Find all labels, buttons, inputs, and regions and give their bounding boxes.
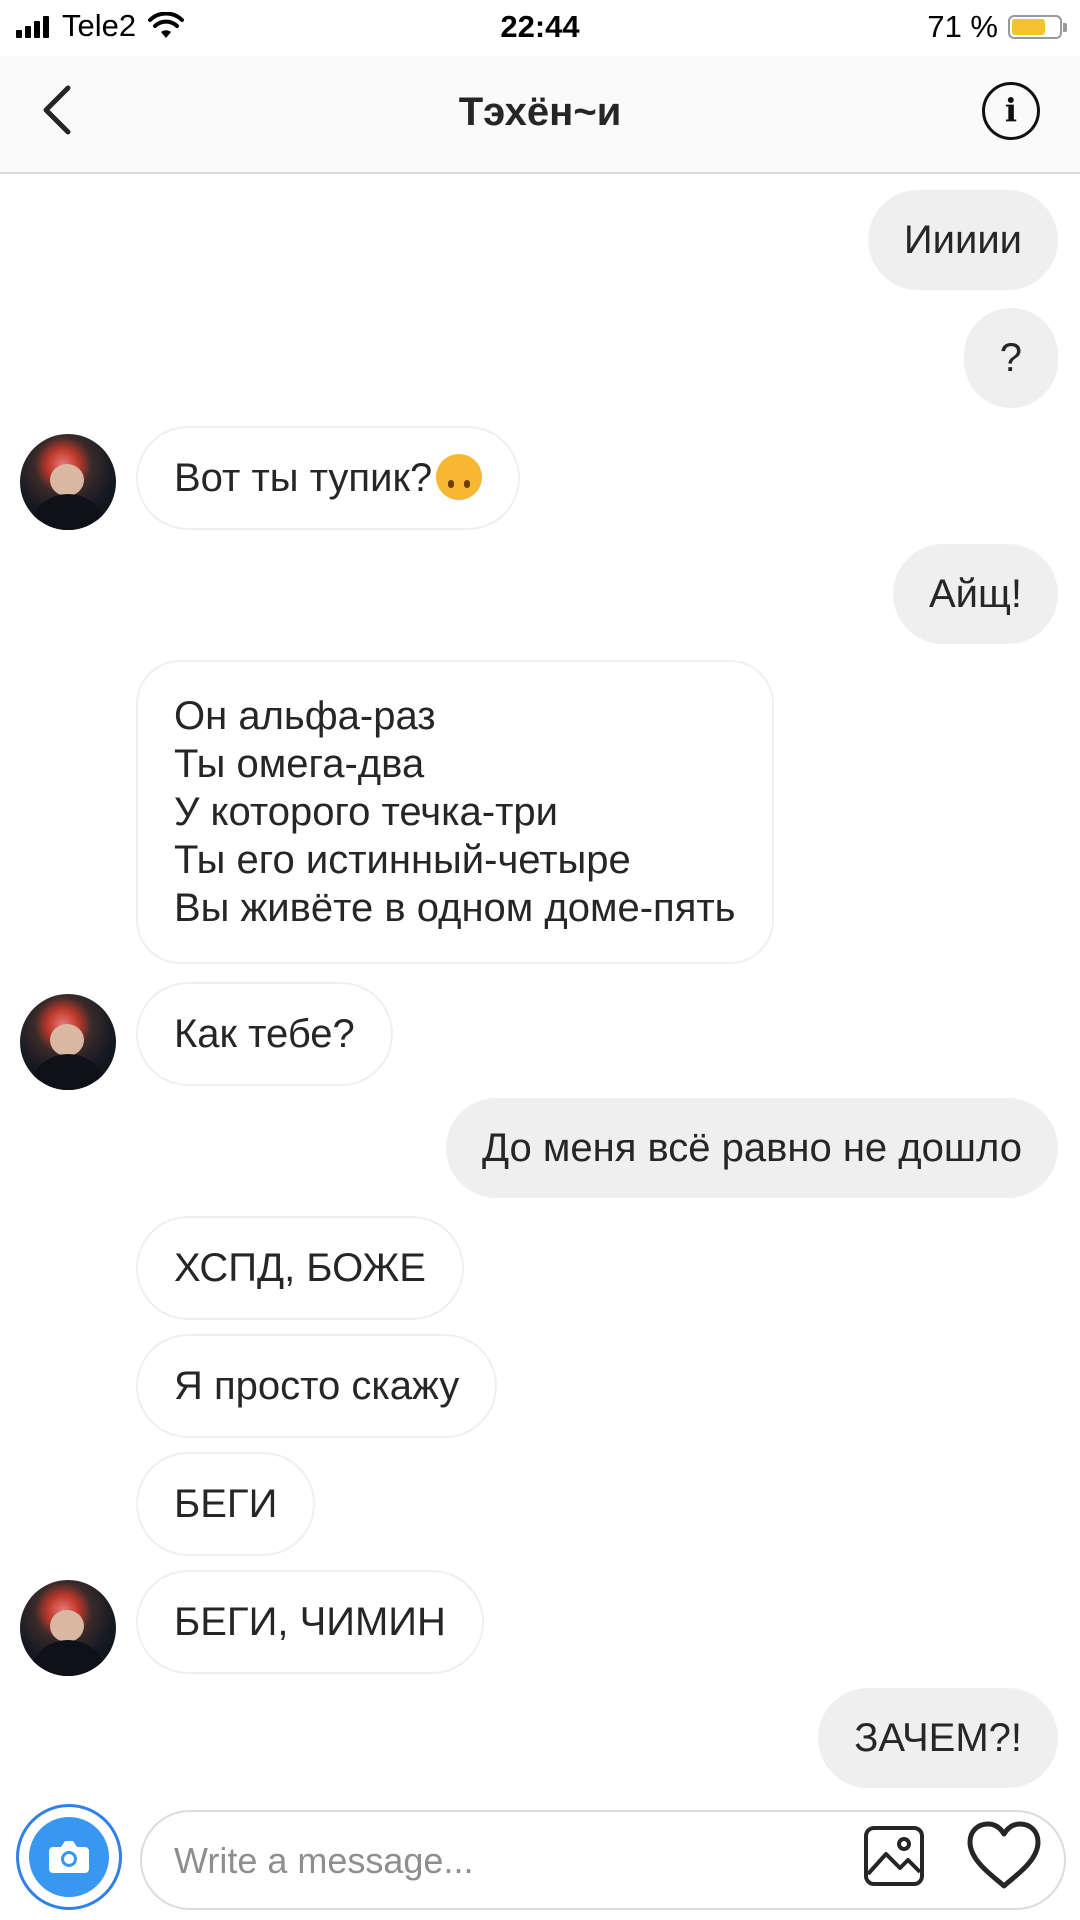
- camera-icon: [29, 1817, 109, 1897]
- chat-header: Тэхён~и i: [0, 56, 1080, 174]
- message-input[interactable]: [172, 1834, 736, 1888]
- info-icon[interactable]: i: [982, 82, 1040, 140]
- message-received[interactable]: БЕГИ: [136, 1452, 316, 1556]
- avatar[interactable]: [20, 1580, 116, 1676]
- upside-down-face-emoji: [436, 454, 483, 500]
- message-sent[interactable]: Айщ!: [892, 544, 1058, 644]
- message-sent[interactable]: Иииии: [867, 190, 1058, 290]
- battery-cap: [1063, 23, 1067, 32]
- gallery-icon[interactable]: [862, 1824, 926, 1888]
- message-received[interactable]: Как тебе?: [136, 982, 393, 1086]
- message-received[interactable]: Я просто скажу: [136, 1334, 498, 1438]
- status-right: 71 %: [927, 9, 1067, 45]
- status-bar: Tele2 22:44 71 %: [0, 0, 1080, 56]
- message-received[interactable]: ХСПД, БОЖЕ: [136, 1216, 464, 1320]
- avatar[interactable]: [20, 434, 116, 530]
- status-time: 22:44: [500, 9, 580, 44]
- message-received[interactable]: Вот ты тупик?: [136, 426, 521, 530]
- message-input-container: [140, 1810, 1066, 1910]
- battery-fill: [1012, 19, 1045, 35]
- message-sent[interactable]: ЗАЧЕМ?!: [818, 1688, 1058, 1788]
- battery-percent: 71 %: [927, 9, 998, 44]
- message-text: Вот ты тупик?: [174, 456, 433, 500]
- avatar[interactable]: [20, 994, 116, 1090]
- message-sent[interactable]: ?: [963, 308, 1058, 408]
- chat-title[interactable]: Тэхён~и: [0, 90, 1080, 135]
- heart-icon[interactable]: [966, 1820, 1042, 1892]
- camera-button[interactable]: [16, 1804, 122, 1910]
- message-received[interactable]: БЕГИ, ЧИМИН: [136, 1570, 484, 1674]
- message-received-multiline[interactable]: Он альфа-раз Ты омега-два У которого теч…: [136, 660, 774, 964]
- battery-icon: [1008, 15, 1067, 39]
- message-sent[interactable]: До меня всё равно не дошло: [445, 1098, 1058, 1198]
